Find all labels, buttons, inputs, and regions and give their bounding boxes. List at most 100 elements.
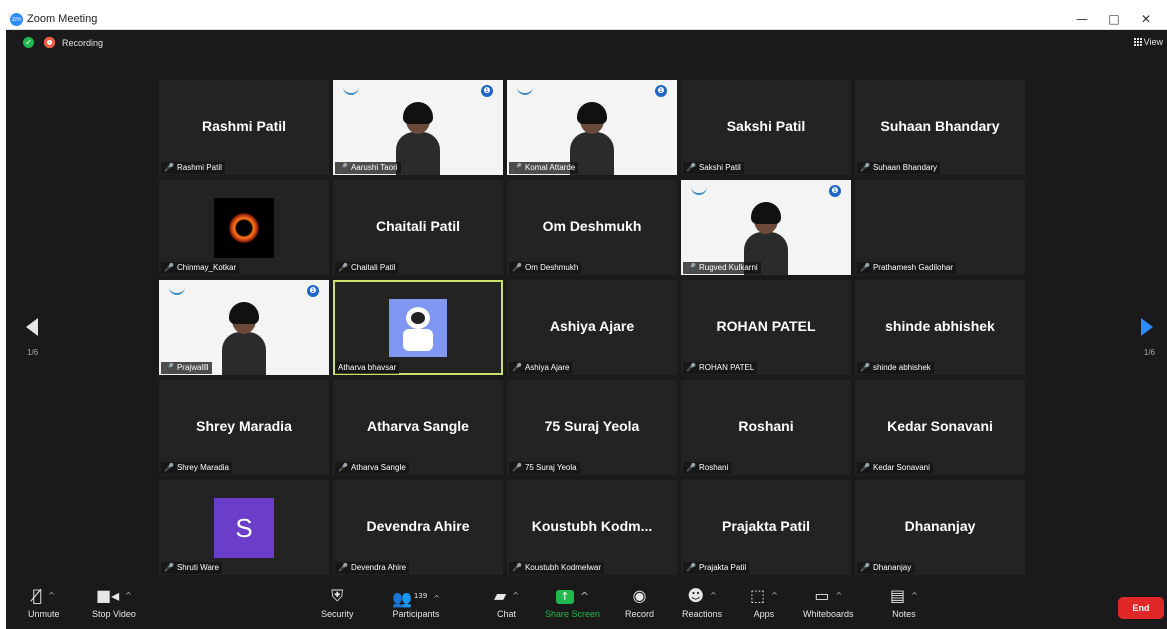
participant-tile[interactable]: Devendra Ahire 🎤 Devendra Ahire <box>333 480 503 575</box>
organization-logo-icon <box>691 185 707 195</box>
recording-icon[interactable] <box>44 37 55 48</box>
security-label: Security <box>321 609 354 619</box>
participant-tile[interactable]: 75 Suraj Yeola 🎤 75 Suraj Yeola <box>507 380 677 475</box>
participant-tile[interactable]: 🎤 Prathamesh Gadilohar <box>855 180 1025 275</box>
participant-label-text: Prajwallll <box>176 363 209 372</box>
participant-label-text: Koustubh Kodmelwar <box>524 563 602 572</box>
record-button[interactable]: ◉ Record <box>625 585 654 619</box>
participant-name-label: 🎤 Shrey Maradia <box>161 462 232 474</box>
participant-label-text: Sakshi Patil <box>698 163 741 172</box>
participant-tile[interactable]: Om Deshmukh 🎤 Om Deshmukh <box>507 180 677 275</box>
participant-tile[interactable]: Rashmi Patil 🎤 Rashmi Patil <box>159 80 329 175</box>
muted-mic-icon: 🎤 <box>164 163 174 172</box>
participant-tile[interactable]: S 🎤 Shruti Ware <box>159 480 329 575</box>
chat-button[interactable]: ▰ ^ Chat <box>494 585 519 619</box>
participants-count: 139 <box>413 592 428 600</box>
participant-display-name: Prajakta Patil <box>722 518 810 534</box>
stop-video-label: Stop Video <box>92 609 136 619</box>
participant-name-label: 🎤 Prajakta Patil <box>683 562 750 574</box>
muted-mic-icon: 🎤 <box>860 163 870 172</box>
avatar: S <box>214 498 274 558</box>
reactions-button[interactable]: ☻ ^ Reactions <box>682 585 722 619</box>
participant-video <box>222 302 266 375</box>
muted-mic-icon: 🎤 <box>338 163 348 172</box>
previous-page-arrow-icon[interactable] <box>26 318 38 336</box>
apps-button[interactable]: ⬚ ^ Apps <box>750 585 778 619</box>
video-camera-icon: ■◂ ^ <box>96 586 132 605</box>
participant-name-label: 🎤 Aarushi Taori <box>335 162 401 174</box>
muted-mic-icon: 🎤 <box>512 163 522 172</box>
muted-mic-icon: 🎤 <box>512 263 522 272</box>
muted-mic-icon: 🎤 <box>686 363 696 372</box>
participant-tile[interactable]: 🎤 Chinmay_Kotkar <box>159 180 329 275</box>
participant-tile[interactable]: Shrey Maradia 🎤 Shrey Maradia <box>159 380 329 475</box>
participant-tile[interactable]: ❶ 🎤 Aarushi Taori <box>333 80 503 175</box>
participant-name-label: 🎤 Rugved Kulkarni <box>683 262 761 274</box>
participant-tile[interactable]: Ashiya Ajare 🎤 Ashiya Ajare <box>507 280 677 375</box>
next-page-arrow-icon[interactable] <box>1141 318 1153 336</box>
participant-label-text: Shrey Maradia <box>176 463 229 472</box>
share-arrow-icon: ↑ ^ <box>545 585 600 607</box>
minimize-button[interactable]: — <box>1069 11 1095 27</box>
participant-tile[interactable]: Chaitali Patil 🎤 Chaitali Patil <box>333 180 503 275</box>
participant-tile[interactable]: Sakshi Patil 🎤 Sakshi Patil <box>681 80 851 175</box>
participant-tile[interactable]: Atharva bhavsar <box>333 280 503 375</box>
security-button[interactable]: ⛨ Security <box>321 585 354 619</box>
participant-label-text: Devendra Ahire <box>350 563 407 572</box>
participant-label-text: Kedar Sonavani <box>872 463 930 472</box>
zoom-window: zm Zoom Meeting — □ ✕ ✓ Recording View 1… <box>6 10 1167 629</box>
participant-display-name: Shrey Maradia <box>196 418 292 434</box>
participant-label-text: Ashiya Ajare <box>524 363 570 372</box>
participant-display-name: Om Deshmukh <box>542 218 642 234</box>
profile-picture-astronaut <box>389 299 447 357</box>
page-indicator-left: 1/6 <box>27 348 39 357</box>
participant-tile[interactable]: Prajakta Patil 🎤 Prajakta Patil <box>681 480 851 575</box>
participant-label-text: ROHAN PATEL <box>698 363 755 372</box>
participant-label-text: shinde abhishek <box>872 363 931 372</box>
participant-tile[interactable]: ❶ 🎤 Rugved Kulkarni <box>681 180 851 275</box>
muted-mic-icon: 🎤 <box>164 463 174 472</box>
participant-name-label: 🎤 Suhaan Bhandary <box>857 162 941 174</box>
participant-name-label: 🎤 Rashmi Patil <box>161 162 225 174</box>
participant-tile[interactable]: ROHAN PATEL 🎤 ROHAN PATEL <box>681 280 851 375</box>
participant-tile[interactable]: Koustubh Kodm... 🎤 Koustubh Kodmelwar <box>507 480 677 575</box>
host-badge-icon: ❶ <box>829 185 841 197</box>
whiteboards-button[interactable]: ▭ ^ Whiteboards <box>803 585 854 619</box>
participant-label-text: Prathamesh Gadilohar <box>872 263 954 272</box>
profile-picture-black-hole <box>214 198 274 258</box>
participant-tile[interactable]: Dhananjay 🎤 Dhananjay <box>855 480 1025 575</box>
title-bar: zm Zoom Meeting — □ ✕ <box>6 10 1167 30</box>
unmute-button[interactable]: 🎙̸ ^ Unmute <box>28 585 60 619</box>
participant-tile[interactable]: ❶ 🎤 Komal Attarde <box>507 80 677 175</box>
participant-name-label: 🎤 Kedar Sonavani <box>857 462 933 474</box>
muted-mic-icon: 🎤 <box>686 463 696 472</box>
participant-tile[interactable]: Kedar Sonavani 🎤 Kedar Sonavani <box>855 380 1025 475</box>
view-button[interactable]: View <box>1133 37 1163 47</box>
participant-name-label: 🎤 Atharva Sangle <box>335 462 409 474</box>
participant-name-label: 🎤 shinde abhishek <box>857 362 934 374</box>
gallery-grid: Rashmi Patil 🎤 Rashmi Patil ❶ 🎤 Aarushi Taori… <box>159 80 1025 577</box>
recording-label[interactable]: Recording <box>62 38 103 48</box>
muted-mic-icon: 🎤 <box>860 263 870 272</box>
host-badge-icon: ❶ <box>655 85 667 97</box>
participant-tile[interactable]: Suhaan Bhandary 🎤 Suhaan Bhandary <box>855 80 1025 175</box>
participant-tile[interactable]: Roshani 🎤 Roshani <box>681 380 851 475</box>
participant-label-text: Shruti Ware <box>176 563 219 572</box>
participant-tile[interactable]: ❶ 🎤 Prajwallll <box>159 280 329 375</box>
participant-name-label: 🎤 Komal Attarde <box>509 162 579 174</box>
end-meeting-button[interactable]: End <box>1118 597 1164 619</box>
participant-tile[interactable]: Atharva Sangle 🎤 Atharva Sangle <box>333 380 503 475</box>
share-screen-button[interactable]: ↑ ^ Share Screen <box>545 585 600 619</box>
muted-mic-icon: 🎤 <box>860 463 870 472</box>
participants-button[interactable]: 👥 139 ^ Participants <box>392 585 440 619</box>
close-button[interactable]: ✕ <box>1133 11 1159 27</box>
muted-mic-icon: 🎤 <box>686 263 696 272</box>
muted-mic-icon: 🎤 <box>860 363 870 372</box>
stop-video-button[interactable]: ■◂ ^ Stop Video <box>92 585 136 619</box>
notes-button[interactable]: ▤ ^ Notes <box>890 585 918 619</box>
restore-button[interactable]: □ <box>1101 11 1127 27</box>
share-screen-label: Share Screen <box>545 609 601 619</box>
encryption-shield-icon[interactable]: ✓ <box>23 37 34 48</box>
participant-tile[interactable]: shinde abhishek 🎤 shinde abhishek <box>855 280 1025 375</box>
participant-name-label: 🎤 Chinmay_Kotkar <box>161 262 240 274</box>
